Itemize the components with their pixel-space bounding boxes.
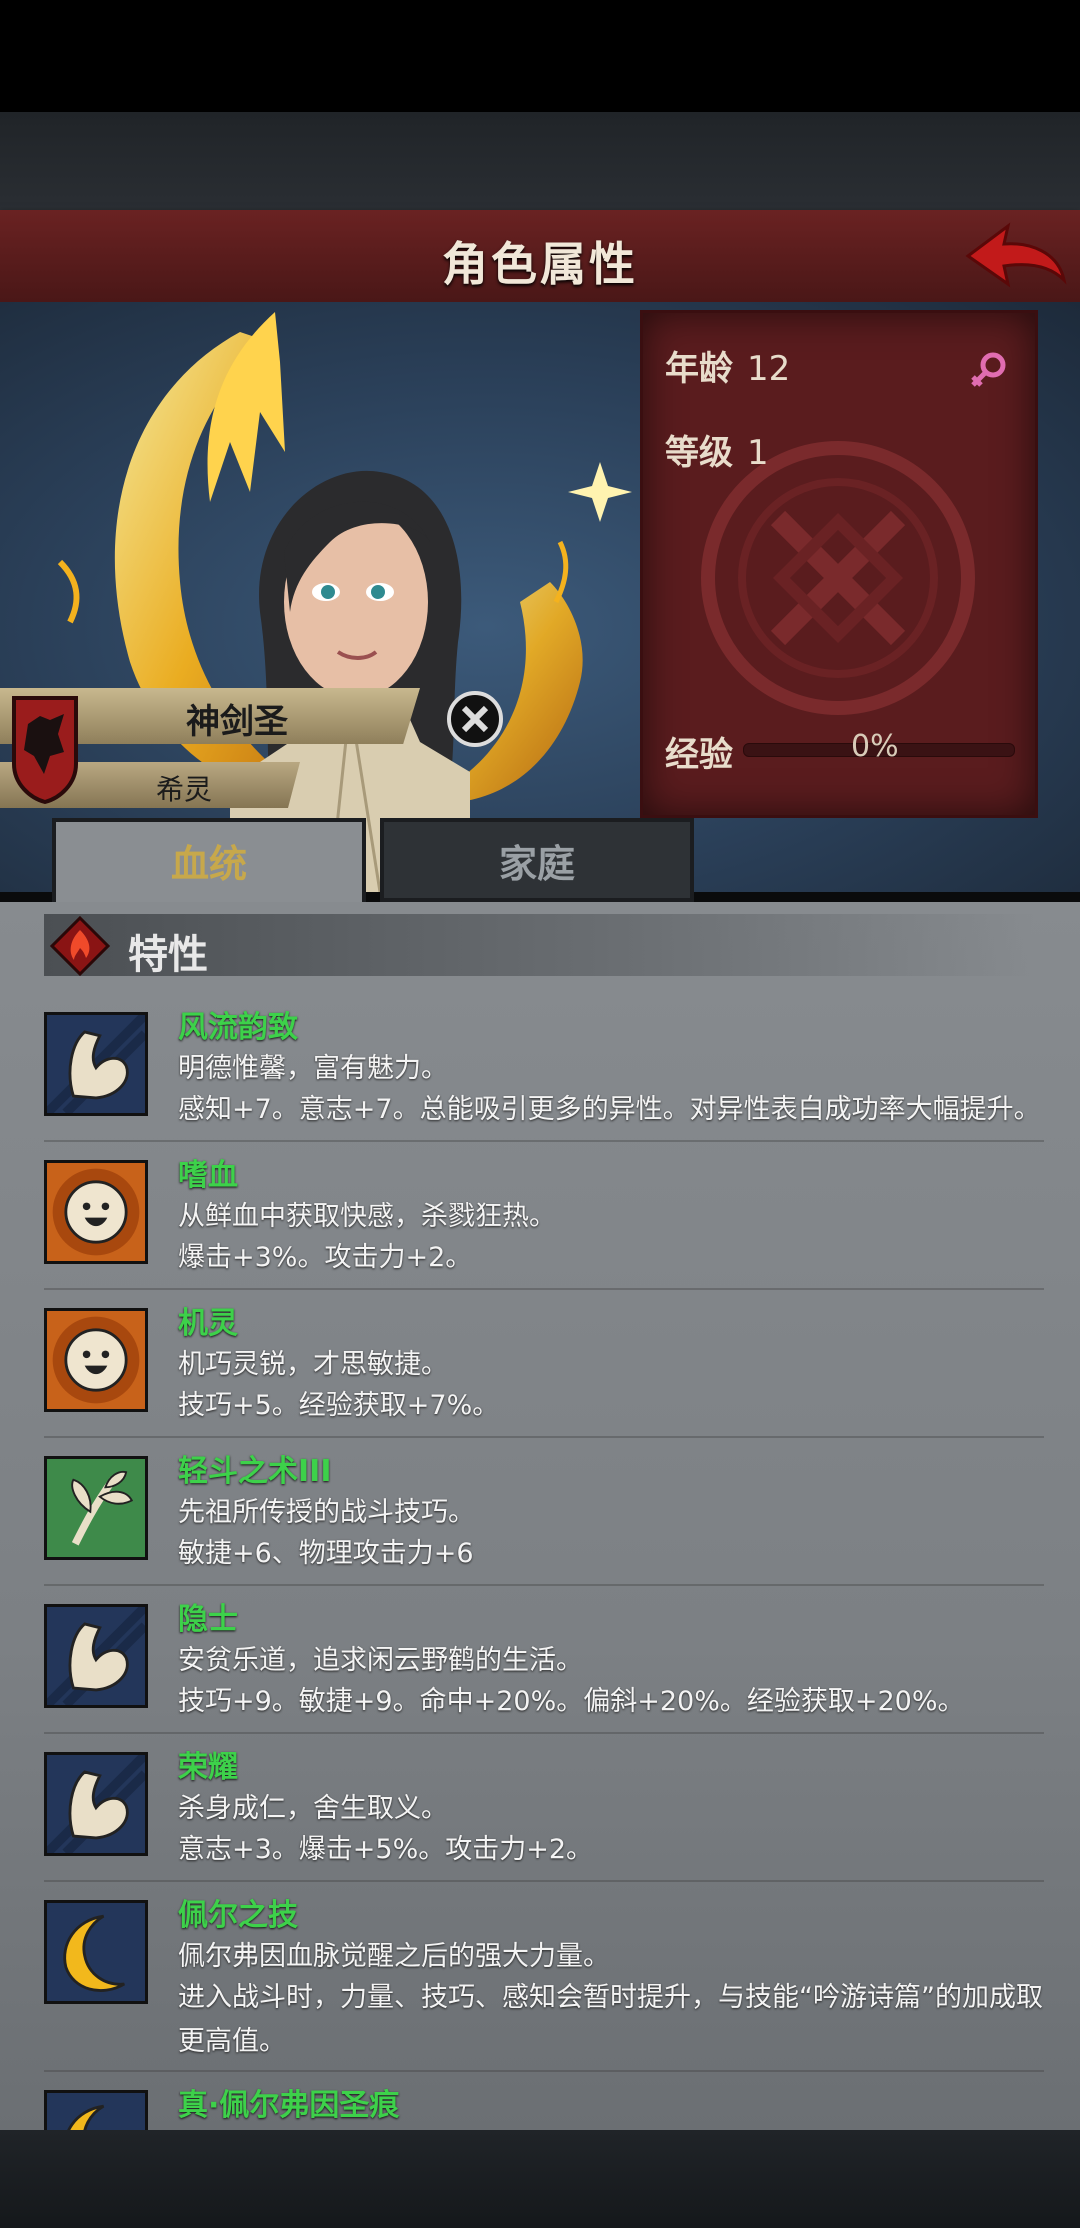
- character-name: 神剑圣: [186, 702, 288, 742]
- trait-item[interactable]: 荣耀 杀身成仁，舍生取义。 意志+3。爆击+5%。攻击力+2。: [44, 1742, 1044, 1882]
- trait-name: 真·佩尔弗因圣痕: [178, 2088, 400, 2123]
- trait-desc: 安贫乐道，追求闲云野鹤的生活。: [178, 1645, 583, 1676]
- smiley-sun-icon: [44, 1308, 148, 1412]
- trait-desc: 杀身成仁，舍生取义。: [178, 1793, 448, 1824]
- character-hero: 年龄 12 等级 1 经验 0% 神剑圣 希灵: [0, 302, 1080, 892]
- character-origin: 希灵: [156, 773, 213, 806]
- section-header: 特性: [44, 914, 1034, 978]
- age-stat: 年龄 12: [665, 341, 790, 390]
- trait-effect: 意志+3。爆击+5%。攻击力+2。: [178, 1834, 594, 1865]
- trait-name: 风流韵致: [178, 1010, 298, 1045]
- trait-item[interactable]: 佩尔之技 佩尔弗因血脉觉醒之后的强大力量。 进入战斗时，力量、技巧、感知会暂时提…: [44, 1890, 1044, 2072]
- page-title: 角色属性: [442, 237, 638, 291]
- back-arrow-icon[interactable]: [960, 218, 1068, 298]
- title-bar: 角色属性: [0, 210, 1080, 306]
- flame-diamond-icon: [50, 916, 110, 976]
- section-title: 特性: [128, 932, 208, 978]
- trait-name: 轻斗之术III: [178, 1454, 332, 1489]
- trait-effect: 敏捷+6、物理攻击力+6: [178, 1538, 474, 1569]
- flexed-arm-icon: [44, 1752, 148, 1856]
- trait-effect: 感知+7。意志+7。总能吸引更多的异性。对异性表白成功率大幅提升。: [178, 1094, 1041, 1125]
- trait-desc: 佩尔弗因血脉觉醒之后的强大力量。: [178, 1941, 610, 1972]
- wolf-crest-shield-icon: [12, 696, 78, 804]
- trait-effect: 爆击+3%。攻击力+2。: [178, 1242, 473, 1273]
- flexed-arm-icon: [44, 1604, 148, 1708]
- trait-item[interactable]: 轻斗之术III 先祖所传授的战斗技巧。 敏捷+6、物理攻击力+6: [44, 1446, 1044, 1586]
- flexed-arm-icon: [44, 1012, 148, 1116]
- age-label: 年龄: [665, 349, 733, 389]
- tab-bar: 血统 家庭: [0, 818, 1080, 902]
- top-strip: [0, 112, 1080, 210]
- trait-item[interactable]: 嗜血 从鲜血中获取快感，杀戮狂热。 爆击+3%。攻击力+2。: [44, 1150, 1044, 1290]
- traits-panel[interactable]: 特性 风流韵致 明德惟馨，富有魅力。 感知+7。意志+7。总能吸引更多的异性。对…: [0, 902, 1080, 2130]
- trait-effect: 技巧+5。经验获取+7%。: [178, 1390, 500, 1421]
- crescent-moon-icon: [44, 1900, 148, 2004]
- trait-desc: 从鲜血中获取快感，杀戮狂热。: [178, 1201, 556, 1232]
- trait-name: 嗜血: [178, 1158, 238, 1193]
- trait-item[interactable]: 隐士 安贫乐道，追求闲云野鹤的生活。 技巧+9。敏捷+9。命中+20%。偏斜+2…: [44, 1594, 1044, 1734]
- exp-value: 0%: [851, 729, 899, 764]
- trait-name: 隐士: [178, 1602, 238, 1637]
- female-gender-icon: [971, 352, 1006, 387]
- close-icon[interactable]: [446, 690, 504, 748]
- tab-family[interactable]: 家庭: [380, 818, 694, 902]
- tab-bloodline[interactable]: 血统: [52, 818, 366, 902]
- trait-desc: 先祖所传授的战斗技巧。: [178, 1497, 475, 1528]
- trait-item[interactable]: 真·佩尔弗因圣痕: [44, 2080, 1044, 2130]
- trait-desc: 明德惟馨，富有魅力。: [178, 1053, 448, 1084]
- status-bar: [0, 0, 1080, 112]
- trait-name: 机灵: [178, 1306, 238, 1341]
- trait-desc: 机巧灵锐，才思敏捷。: [178, 1349, 448, 1380]
- exp-label: 经验: [665, 735, 733, 775]
- stats-panel: 年龄 12 等级 1 经验 0%: [640, 310, 1038, 818]
- leaf-branch-icon: [44, 1456, 148, 1560]
- bottom-bar: [0, 2130, 1080, 2228]
- trait-effect: 进入战斗时，力量、技巧、感知会暂时提升，与技能“吟游诗篇”的加成取更高值。: [178, 1982, 1043, 2057]
- celtic-knot-emblem-icon: [701, 441, 975, 715]
- smiley-sun-icon: [44, 1160, 148, 1264]
- trait-item[interactable]: 机灵 机巧灵锐，才思敏捷。 技巧+5。经验获取+7%。: [44, 1298, 1044, 1438]
- trait-name: 荣耀: [178, 1750, 238, 1785]
- trait-effect: 技巧+9。敏捷+9。命中+20%。偏斜+20%。经验获取+20%。: [178, 1686, 965, 1717]
- trait-name: 佩尔之技: [178, 1898, 298, 1933]
- level-value: 1: [747, 433, 769, 473]
- crescent-moon-icon: [44, 2090, 148, 2130]
- level-label: 等级: [665, 433, 733, 473]
- age-value: 12: [747, 349, 791, 389]
- level-stat: 等级 1: [665, 425, 769, 474]
- trait-item[interactable]: 风流韵致 明德惟馨，富有魅力。 感知+7。意志+7。总能吸引更多的异性。对异性表…: [44, 1002, 1044, 1142]
